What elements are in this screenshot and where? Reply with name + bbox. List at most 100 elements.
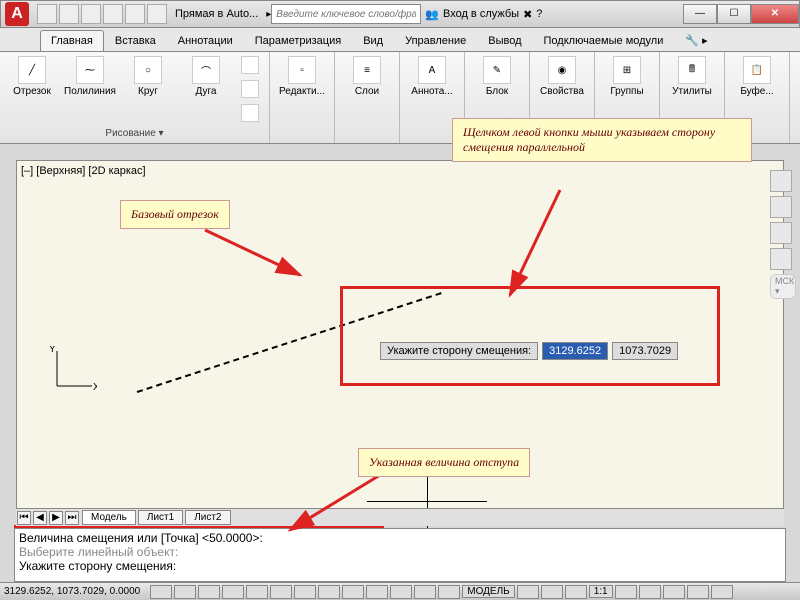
search-input[interactable] bbox=[271, 4, 421, 24]
qat-redo-icon[interactable] bbox=[125, 4, 145, 24]
sb-ducs-icon[interactable] bbox=[318, 585, 340, 599]
clipboard-icon: 📋 bbox=[743, 56, 771, 84]
props-icon: ◉ bbox=[548, 56, 576, 84]
svg-text:Y: Y bbox=[49, 346, 56, 355]
layout-first-icon[interactable]: ⏮ bbox=[17, 511, 31, 525]
polyline-icon: ⁓ bbox=[76, 56, 104, 84]
minimize-button[interactable]: — bbox=[683, 4, 717, 24]
sb-qv-icon[interactable] bbox=[541, 585, 563, 599]
cmd-line-3: Укажите сторону смещения: bbox=[19, 559, 781, 573]
sb-ortho-icon[interactable] bbox=[198, 585, 220, 599]
exchange-icon[interactable]: ✖ bbox=[523, 8, 532, 21]
utils-button[interactable]: 🖩Утилиты bbox=[664, 54, 720, 99]
props-button[interactable]: ◉Свойства bbox=[534, 54, 590, 99]
nav-zoom-icon[interactable] bbox=[770, 222, 792, 244]
layout-tab-1[interactable]: Лист1 bbox=[138, 510, 183, 525]
panel-draw-title[interactable]: Рисование ▾ bbox=[4, 126, 265, 141]
command-line[interactable]: Величина смещения или [Точка] <50.0000>:… bbox=[14, 528, 786, 582]
layout-last-icon[interactable]: ⏭ bbox=[65, 511, 79, 525]
svg-text:X: X bbox=[93, 382, 97, 393]
sb-sc-icon[interactable] bbox=[438, 585, 460, 599]
sb-ws-icon[interactable] bbox=[615, 585, 637, 599]
clip-button[interactable]: 📋Буфе... bbox=[729, 54, 785, 99]
sb-otrack-icon[interactable] bbox=[294, 585, 316, 599]
close-button[interactable]: ✕ bbox=[751, 4, 799, 24]
sb-dyn-icon[interactable] bbox=[342, 585, 364, 599]
qat-new-icon[interactable] bbox=[37, 4, 57, 24]
sb-snap-icon[interactable] bbox=[150, 585, 172, 599]
ucs-icon: XY bbox=[47, 346, 97, 401]
groups-button[interactable]: ⊞Группы bbox=[599, 54, 655, 99]
highlight-frame-1 bbox=[340, 286, 720, 386]
edit-icon: ▫ bbox=[288, 56, 316, 84]
qat-print-icon[interactable] bbox=[147, 4, 167, 24]
layers-button[interactable]: ≡Слои bbox=[339, 54, 395, 99]
signin-link[interactable]: Вход в службы bbox=[443, 8, 519, 20]
line-icon: ╱ bbox=[18, 56, 46, 84]
nav-pan-icon[interactable] bbox=[770, 196, 792, 218]
utils-icon: 🖩 bbox=[678, 56, 706, 84]
qat-open-icon[interactable] bbox=[59, 4, 79, 24]
draw-small-3[interactable] bbox=[236, 102, 264, 124]
callout-click: Щелчком левой кнопки мыши указываем стор… bbox=[452, 118, 752, 162]
line-button[interactable]: ╱Отрезок bbox=[4, 54, 60, 99]
infocenter-icon[interactable]: 👥 bbox=[425, 8, 439, 21]
sb-grid-icon[interactable] bbox=[174, 585, 196, 599]
callout-base: Базовый отрезок bbox=[120, 200, 230, 229]
tab-home[interactable]: Главная bbox=[40, 30, 104, 51]
nav-panel: МСК ▾ bbox=[770, 170, 796, 299]
maximize-button[interactable]: ☐ bbox=[717, 4, 751, 24]
sb-tpy-icon[interactable] bbox=[390, 585, 412, 599]
polyline-button[interactable]: ⁓Полилиния bbox=[62, 54, 118, 99]
sb-iso-icon[interactable] bbox=[687, 585, 709, 599]
callout-offset: Указанная величина отступа bbox=[358, 448, 530, 477]
tab-plugins[interactable]: Подключаемые модули bbox=[533, 30, 675, 51]
coord-system-badge[interactable]: МСК ▾ bbox=[770, 274, 796, 299]
status-coords[interactable]: 3129.6252, 1073.7029, 0.0000 bbox=[4, 586, 140, 597]
sb-clean-icon[interactable] bbox=[711, 585, 733, 599]
status-scale[interactable]: 1:1 bbox=[589, 585, 613, 598]
sb-ann-icon[interactable] bbox=[565, 585, 587, 599]
layout-next-icon[interactable]: ▶ bbox=[49, 511, 63, 525]
tab-manage[interactable]: Управление bbox=[394, 30, 477, 51]
status-bar: 3129.6252, 1073.7029, 0.0000 МОДЕЛЬ 1:1 bbox=[0, 582, 800, 600]
circle-icon: ○ bbox=[134, 56, 162, 84]
viewport-label[interactable]: [–] [Верхняя] [2D каркас] bbox=[21, 165, 146, 177]
block-icon: ✎ bbox=[483, 56, 511, 84]
sb-qp-icon[interactable] bbox=[414, 585, 436, 599]
annot-button[interactable]: AАннота... bbox=[404, 54, 460, 99]
layout-prev-icon[interactable]: ◀ bbox=[33, 511, 47, 525]
nav-orbit-icon[interactable] bbox=[770, 248, 792, 270]
circle-button[interactable]: ○Круг bbox=[120, 54, 176, 99]
sb-max-icon[interactable] bbox=[517, 585, 539, 599]
help-icon[interactable]: ? bbox=[536, 8, 542, 20]
sb-lock-icon[interactable] bbox=[639, 585, 661, 599]
layout-tab-2[interactable]: Лист2 bbox=[185, 510, 230, 525]
tab-view[interactable]: Вид bbox=[352, 30, 394, 51]
status-model[interactable]: МОДЕЛЬ bbox=[462, 585, 514, 598]
arc-button[interactable]: ⌒Дуга bbox=[178, 54, 234, 99]
sb-3dosnap-icon[interactable] bbox=[270, 585, 292, 599]
tab-parametric[interactable]: Параметризация bbox=[244, 30, 352, 51]
qat-save-icon[interactable] bbox=[81, 4, 101, 24]
sb-polar-icon[interactable] bbox=[222, 585, 244, 599]
layout-tab-model[interactable]: Модель bbox=[82, 510, 136, 525]
sb-osnap-icon[interactable] bbox=[246, 585, 268, 599]
sb-lwt-icon[interactable] bbox=[366, 585, 388, 599]
tab-insert[interactable]: Вставка bbox=[104, 30, 167, 51]
block-button[interactable]: ✎Блок bbox=[469, 54, 525, 99]
tab-more[interactable]: 🔧 ▸ bbox=[674, 29, 718, 51]
tab-output[interactable]: Вывод bbox=[477, 30, 532, 51]
window-title: Прямая в Auto... bbox=[175, 8, 258, 20]
sb-hw-icon[interactable] bbox=[663, 585, 685, 599]
app-icon[interactable]: A bbox=[5, 2, 29, 26]
draw-small-1[interactable] bbox=[236, 54, 264, 76]
layers-icon: ≡ bbox=[353, 56, 381, 84]
tab-annotate[interactable]: Аннотации bbox=[167, 30, 244, 51]
cmd-line-2: Выберите линейный объект: bbox=[19, 545, 781, 559]
edit-button[interactable]: ▫Редакти... bbox=[274, 54, 330, 99]
draw-small-2[interactable] bbox=[236, 78, 264, 100]
arc-icon: ⌒ bbox=[192, 56, 220, 84]
qat-undo-icon[interactable] bbox=[103, 4, 123, 24]
nav-wheel-icon[interactable] bbox=[770, 170, 792, 192]
